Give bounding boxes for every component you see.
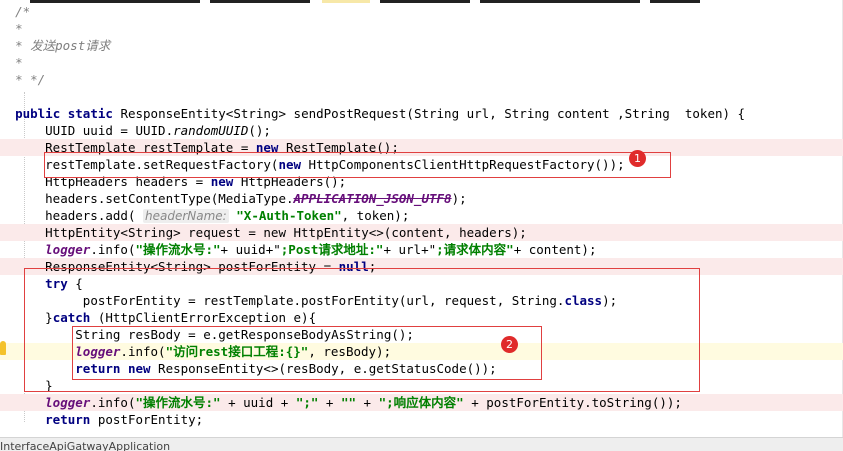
code-line-content-type[interactable]: headers.setContentType(MediaType.APPLICA… <box>0 190 843 207</box>
comment-line: * <box>15 21 23 36</box>
method-signature[interactable]: public static ResponseEntity<String> sen… <box>0 105 843 122</box>
comment-line: * <box>15 55 23 70</box>
annotation-box-1 <box>44 152 671 178</box>
parameter-hint: headerName: <box>143 209 229 223</box>
code-line-logger-response[interactable]: logger.info("操作流水号:" + uuid + ";" + "" +… <box>0 394 843 411</box>
code-line-logger-request[interactable]: logger.info("操作流水号:"+ uuid+";Post请求地址:"+… <box>0 241 843 258</box>
annotation-badge-1: 1 <box>629 150 646 167</box>
comment-open: /* <box>15 4 31 19</box>
lightbulb-icon[interactable] <box>0 341 6 355</box>
comment-description: * 发送post请求 <box>15 38 111 53</box>
code-line-return[interactable]: return postForEntity; <box>0 411 843 428</box>
code-line-http-entity[interactable]: HttpEntity<String> request = new HttpEnt… <box>0 224 843 241</box>
status-bar-label: InterfaceApiGatwayApplication <box>0 440 171 451</box>
status-bar: InterfaceApiGatwayApplication <box>0 437 843 451</box>
code-line-headers-add[interactable]: headers.add( headerName: "X-Auth-Token",… <box>0 207 843 224</box>
annotation-badge-2: 2 <box>501 336 518 353</box>
code-line-uuid[interactable]: UUID uuid = UUID.randomUUID(); <box>0 122 843 139</box>
annotation-box-2 <box>72 326 542 380</box>
comment-close: * */ <box>15 72 46 87</box>
